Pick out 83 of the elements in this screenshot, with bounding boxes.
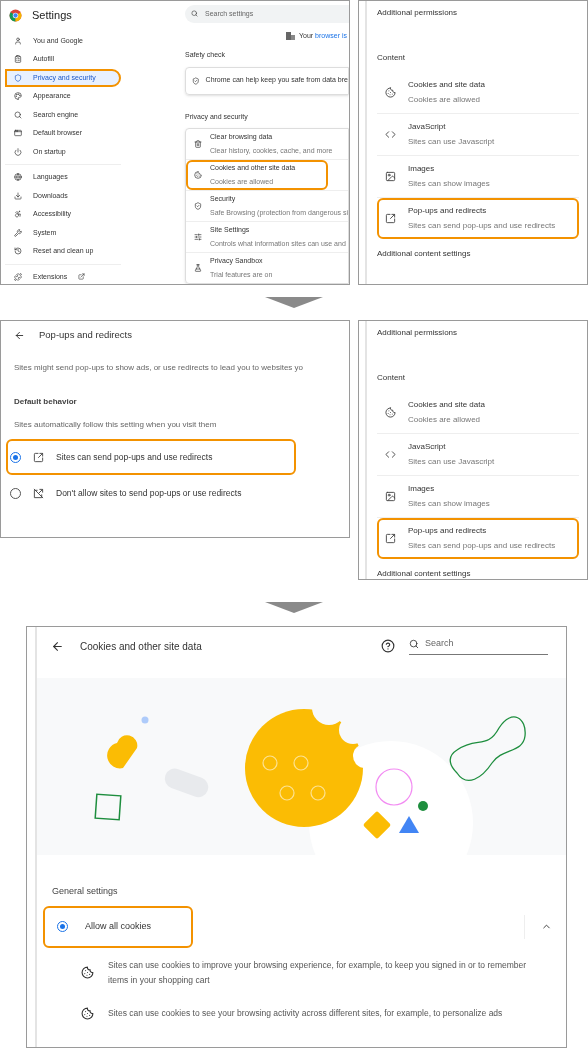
row-subtitle: Sites can send pop-ups and use redirects [408, 540, 556, 552]
settings-row[interactable]: Images Sites can show images [377, 156, 579, 197]
row-subtitle: Sites can show images [408, 178, 490, 190]
settings-row[interactable]: Cookies and site data Cookies are allowed [377, 72, 579, 113]
step-arrow-icon [265, 602, 323, 613]
detail-text: Sites can use cookies to improve your browsing experience, for example, to keep you signed in or to remember items in your shopping cart [108, 958, 528, 987]
open-in-new-icon [385, 533, 396, 544]
search-icon [14, 110, 22, 119]
cookie-icon [81, 966, 94, 979]
image-icon [385, 491, 396, 502]
row-title: Images [408, 483, 436, 495]
row-subtitle: Cookies are allowed [408, 94, 482, 106]
settings-row[interactable]: Pop-ups and redirects Sites can send pop-ups and use redirects [377, 518, 579, 559]
radio-option[interactable]: Sites can send pop-ups and use redirects [6, 439, 296, 476]
shield-icon [194, 202, 202, 210]
shield-icon [14, 73, 22, 82]
row-title: JavaScript [408, 121, 447, 133]
section-heading: Additional permissions [377, 7, 459, 19]
section-heading: Default behavior [14, 396, 78, 409]
shield-icon [192, 76, 200, 85]
building-icon [286, 31, 295, 40]
row-title: Images [408, 163, 436, 175]
chrome-logo-icon [9, 8, 22, 22]
sliders-icon [194, 233, 202, 241]
settings-row[interactable]: Pop-ups and redirects Sites can send pop-ups and use redirects [377, 198, 579, 239]
radio-option[interactable]: Don't allow sites to send pop-ups or use redirects [6, 475, 296, 512]
app-title: Settings [32, 8, 72, 23]
image-icon [385, 171, 396, 182]
row-title: JavaScript [408, 441, 447, 453]
search-icon [191, 10, 198, 18]
section-heading: Content [377, 372, 407, 384]
row-subtitle: Sites can send pop-ups and use redirects [408, 220, 556, 232]
section-heading: Additional permissions [377, 327, 459, 339]
search-icon [409, 639, 419, 649]
row-subtitle: Sites can use Javascript [408, 456, 495, 468]
power-icon [14, 147, 22, 156]
download-icon [14, 191, 22, 200]
hint-text: Sites automatically follow this setting when you visit them [14, 419, 218, 432]
radio-option[interactable]: Allow all cookies [43, 905, 193, 948]
row-title: Cookies and site data [408, 79, 485, 91]
row-subtitle: Cookies are allowed [408, 414, 482, 426]
cookie-icon [194, 171, 202, 179]
page-title: Cookies and other site data [80, 639, 202, 654]
cookie-icon [81, 1006, 94, 1020]
page-title: Pop-ups and redirects [39, 328, 132, 342]
open-in-new-icon [33, 451, 44, 463]
section-heading: Additional content settings [377, 568, 472, 580]
cookie-icon [385, 407, 396, 418]
history-icon [14, 247, 22, 256]
row-subtitle: Sites can use Javascript [408, 136, 495, 148]
row-subtitle: Sites can show images [408, 498, 490, 510]
settings-row[interactable]: JavaScript Sites can use Javascript [377, 434, 579, 475]
code-icon [385, 129, 396, 140]
wrench-icon [14, 228, 22, 237]
accessibility-icon [14, 210, 22, 219]
row-title: Pop-ups and redirects [408, 205, 488, 217]
description-text: Sites might send pop-ups to show ads, or use redirects to lead you to websites yo [14, 362, 305, 375]
cookie-icon [385, 87, 396, 98]
settings-row[interactable]: Images Sites can show images [377, 476, 579, 517]
browser-window-icon [14, 129, 22, 138]
step-arrow-icon [265, 297, 323, 308]
trash-icon [194, 140, 202, 148]
section-heading: General settings [52, 885, 119, 898]
person-icon [14, 36, 22, 45]
back-arrow-icon[interactable] [14, 329, 25, 341]
back-arrow-icon[interactable] [51, 639, 64, 653]
clipboard-icon [14, 55, 22, 64]
blocked-popup-icon [33, 487, 44, 499]
open-in-new-icon [385, 213, 396, 224]
row-title: Pop-ups and redirects [408, 525, 488, 537]
settings-row[interactable]: Cookies and site data Cookies are allowed [377, 392, 579, 433]
section-heading: Content [377, 52, 407, 64]
section-heading: Additional content settings [377, 248, 472, 260]
search-field[interactable]: Search [409, 637, 548, 655]
globe-icon [14, 173, 22, 182]
flask-icon [194, 264, 202, 272]
detail-text: Sites can use cookies to see your browsing activity across different sites, for example, to personalize ads [108, 1006, 503, 1020]
palette-icon [14, 92, 22, 101]
code-icon [385, 449, 396, 460]
settings-row[interactable]: JavaScript Sites can use Javascript [377, 114, 579, 155]
row-title: Cookies and site data [408, 399, 485, 411]
puzzle-icon [14, 272, 22, 281]
help-icon[interactable] [381, 639, 395, 653]
